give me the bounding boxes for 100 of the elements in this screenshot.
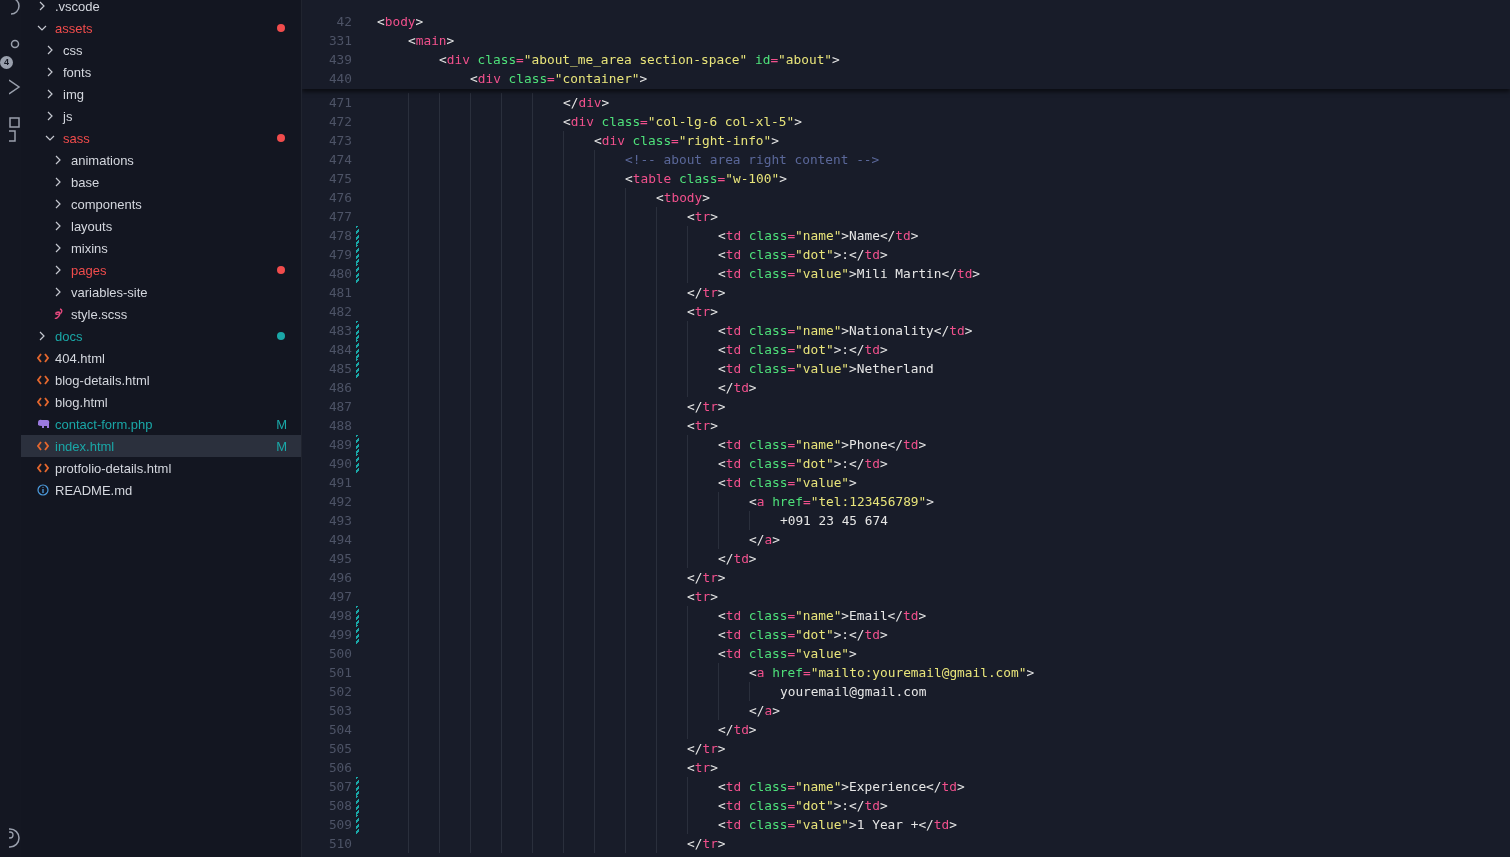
- line-number: 487: [327, 398, 352, 416]
- folder-name: sass: [63, 130, 91, 146]
- file-name: 404.html: [55, 350, 106, 366]
- code-line: <td class="value">1 Year +</td>: [718, 816, 957, 834]
- account-icon[interactable]: [9, 827, 21, 849]
- line-number: 494: [327, 531, 352, 549]
- folder-item[interactable]: docs: [21, 325, 301, 347]
- line-number: 492: [327, 493, 352, 511]
- folder-item[interactable]: assets: [21, 17, 301, 39]
- code-line: </tr>: [687, 835, 726, 853]
- code-line: <tr>: [687, 417, 718, 435]
- folder-item[interactable]: sass: [21, 127, 301, 149]
- file-item[interactable]: 404.html: [21, 347, 301, 369]
- line-number: 479: [327, 246, 352, 264]
- code-brackets-icon: [37, 463, 49, 473]
- notification-badge: 4: [0, 56, 13, 69]
- code-line: <tr>: [687, 303, 718, 321]
- folder-name: assets: [55, 20, 94, 36]
- folder-item[interactable]: fonts: [21, 61, 301, 83]
- line-number: 473: [327, 132, 352, 150]
- line-number: 491: [327, 474, 352, 492]
- folder-name: variables-site: [71, 284, 149, 300]
- line-number: 485: [327, 360, 352, 378]
- file-name: contact-form.php: [55, 416, 154, 432]
- file-item[interactable]: blog.html: [21, 391, 301, 413]
- code-line: </a>: [749, 702, 780, 720]
- line-number: 500: [327, 645, 352, 663]
- folder-name: base: [71, 174, 101, 190]
- code-line: <td class="dot">:</td>: [718, 797, 888, 815]
- line-number: 481: [327, 284, 352, 302]
- code-line: <table class="w-100">: [625, 170, 787, 188]
- line-number: 502: [327, 683, 352, 701]
- folder-item[interactable]: js: [21, 105, 301, 127]
- file-name: protfolio-details.html: [55, 460, 173, 476]
- line-number: 483: [327, 322, 352, 340]
- code-line: <td class="name">Nationality</td>: [718, 322, 973, 340]
- file-item[interactable]: blog-details.html: [21, 369, 301, 391]
- line-number: 508: [327, 797, 352, 815]
- folder-name: docs: [55, 328, 84, 344]
- line-number: 490: [327, 455, 352, 473]
- folder-item[interactable]: components: [21, 193, 301, 215]
- folder-name: layouts: [71, 218, 114, 234]
- folder-item[interactable]: base: [21, 171, 301, 193]
- code-line: <tr>: [687, 588, 718, 606]
- code-line: </div>: [563, 94, 610, 112]
- line-number: 42: [335, 13, 352, 31]
- code-line: <td class="value">Netherland: [718, 360, 934, 378]
- code-line: <div class="col-lg-6 col-xl-5">: [563, 113, 802, 131]
- blocks-icon[interactable]: [9, 117, 21, 143]
- code-line: <tr>: [687, 208, 718, 226]
- line-number: 504: [327, 721, 352, 739]
- line-number: 488: [327, 417, 352, 435]
- line-number: 509: [327, 816, 352, 834]
- folder-name: mixins: [71, 240, 109, 256]
- folder-item[interactable]: .vscode: [21, 0, 301, 17]
- folder-item[interactable]: img: [21, 83, 301, 105]
- code-line: </td>: [718, 721, 757, 739]
- line-number: 498: [327, 607, 352, 625]
- code-line: <a href="mailto:youremail@gmail.com">: [749, 664, 1035, 682]
- folder-item[interactable]: variables-site: [21, 281, 301, 303]
- code-line: <body>: [377, 13, 424, 31]
- line-number: 474: [327, 151, 352, 169]
- git-status: M: [276, 438, 287, 454]
- folder-item[interactable]: pages: [21, 259, 301, 281]
- play-icon[interactable]: [9, 79, 21, 95]
- code-line: </tr>: [687, 569, 726, 587]
- code-brackets-icon: [37, 353, 49, 363]
- code-line: <td class="dot">:</td>: [718, 455, 888, 473]
- info-icon: [37, 484, 49, 496]
- code-line: <a href="tel:123456789">: [749, 493, 934, 511]
- line-number: 484: [327, 341, 352, 359]
- folder-item[interactable]: css: [21, 39, 301, 61]
- line-number: 501: [327, 664, 352, 682]
- file-item[interactable]: contact-form.php M: [21, 413, 301, 435]
- file-name: blog-details.html: [55, 372, 151, 388]
- file-item[interactable]: style.scss: [21, 303, 301, 325]
- code-line: <td class="dot">:</td>: [718, 246, 888, 264]
- elephant-icon: [37, 419, 50, 429]
- code-line: <div class="about_me_area section-space" id="about">: [439, 51, 840, 69]
- folder-item[interactable]: mixins: [21, 237, 301, 259]
- file-name: README.md: [55, 482, 134, 498]
- code-line: <tbody>: [656, 189, 710, 207]
- line-number: 489: [327, 436, 352, 454]
- folder-name: .vscode: [55, 0, 101, 14]
- file-item[interactable]: README.md: [21, 479, 301, 501]
- code-brackets-icon: [37, 375, 49, 385]
- line-number: 475: [327, 170, 352, 188]
- code-line: <main>: [408, 32, 455, 50]
- file-item[interactable]: protfolio-details.html: [21, 457, 301, 479]
- folder-name: animations: [71, 152, 135, 168]
- folder-item[interactable]: layouts: [21, 215, 301, 237]
- code-line: <td class="name">Experience</td>: [718, 778, 965, 796]
- file-item[interactable]: index.html M: [21, 435, 301, 457]
- code-line: <td class="dot">:</td>: [718, 626, 888, 644]
- file-name: style.scss: [71, 306, 129, 322]
- folder-name: js: [63, 108, 74, 124]
- line-number: 477: [327, 208, 352, 226]
- code-line: <div class="right-info">: [594, 132, 779, 150]
- line-number: 497: [327, 588, 352, 606]
- folder-item[interactable]: animations: [21, 149, 301, 171]
